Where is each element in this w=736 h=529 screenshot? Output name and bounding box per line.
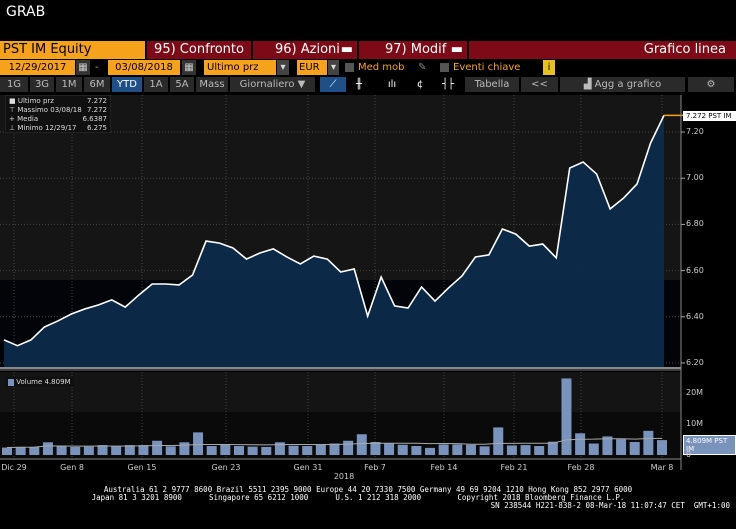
volume-bar xyxy=(206,446,217,455)
volume-bar xyxy=(479,446,490,455)
price-last-tag: 7.272 PST IM xyxy=(683,111,736,121)
volume-bar xyxy=(506,445,517,455)
volume-bar xyxy=(288,445,299,455)
volume-bar xyxy=(493,427,504,455)
x-tick: Gen 23 xyxy=(211,463,241,472)
volume-bar xyxy=(42,442,53,455)
x-tick: Gen 8 xyxy=(60,463,84,472)
volume-legend: Volume 4.809M xyxy=(5,377,74,387)
volume-legend-label: Volume 4.809M xyxy=(16,378,71,386)
legend-marker-icon: ■ xyxy=(9,97,16,105)
legend-row: + Media 6.6387 xyxy=(9,115,107,124)
volume-bar xyxy=(575,433,586,455)
price-y-tick: 6.20 xyxy=(686,358,704,367)
volume-bar xyxy=(70,446,81,455)
volume-bar xyxy=(616,439,627,455)
volume-bar xyxy=(425,447,436,455)
volume-bar xyxy=(247,446,258,455)
legend-label: ■ Ultimo prz xyxy=(9,97,54,106)
volume-bar xyxy=(356,434,367,455)
x-tick: Feb 28 xyxy=(567,463,595,472)
volume-bar xyxy=(261,446,272,455)
volume-bar xyxy=(2,447,12,455)
volume-y-tick: 10M xyxy=(686,419,704,428)
volume-bg-upper xyxy=(0,372,681,412)
volume-bar xyxy=(179,442,190,455)
x-axis-year: 2018 xyxy=(333,472,355,481)
x-tick: Dic 29 xyxy=(1,463,27,472)
volume-bar xyxy=(315,444,326,455)
volume-bar xyxy=(438,444,449,455)
price-volume-chart[interactable] xyxy=(0,0,736,529)
legend-marker-icon: + xyxy=(9,115,15,123)
volume-bar xyxy=(629,441,640,455)
legend-label: + Media xyxy=(9,115,38,124)
legend-label: ⊥ Minimo 12/29/17 xyxy=(9,124,76,133)
volume-bar xyxy=(465,444,476,455)
legend-value: 7.272 xyxy=(86,97,107,105)
price-legend: ■ Ultimo prz 7.272 ⊤ Massimo 03/08/18 7.272… xyxy=(5,95,111,133)
x-tick: Gen 31 xyxy=(293,463,323,472)
legend-label-text: Minimo 12/29/17 xyxy=(17,124,77,132)
volume-bar xyxy=(152,440,163,455)
volume-bar xyxy=(520,445,531,455)
x-tick: Gen 15 xyxy=(127,463,157,472)
legend-row: ⊤ Massimo 03/08/18 7.272 xyxy=(9,106,107,115)
volume-bar xyxy=(165,446,176,455)
legend-row: ⊥ Minimo 12/29/17 6.275 xyxy=(9,124,107,133)
volume-bar xyxy=(643,430,654,455)
volume-bar xyxy=(111,446,122,455)
legend-marker-icon: ⊥ xyxy=(9,124,16,132)
volume-bar xyxy=(397,444,408,455)
volume-bar xyxy=(138,445,149,455)
volume-bar xyxy=(233,446,244,455)
legend-value: 6.275 xyxy=(86,124,107,132)
volume-bar xyxy=(384,443,395,455)
price-y-tick: 6.80 xyxy=(686,219,704,229)
x-tick: Feb 21 xyxy=(500,463,528,472)
volume-swatch xyxy=(8,378,14,386)
price-y-tick: 6.60 xyxy=(686,265,704,275)
legend-label-text: Ultimo prz xyxy=(17,97,54,105)
legend-label-text: Massimo 03/08/18 xyxy=(17,106,82,114)
legend-marker-icon: ⊤ xyxy=(9,106,16,114)
legend-label-text: Media xyxy=(17,115,39,123)
volume-bar xyxy=(124,445,135,455)
volume-bar xyxy=(220,444,231,455)
volume-bar xyxy=(193,432,204,455)
legend-value: 6.6387 xyxy=(82,115,108,123)
legend-row: ■ Ultimo prz 7.272 xyxy=(9,97,107,106)
footer-session: SN 238544 H221-838-2 08-Mar-18 11:07:47 … xyxy=(490,501,730,510)
volume-y-tick: 0 xyxy=(686,450,692,459)
price-y-tick: 7.20 xyxy=(686,127,704,136)
volume-bar xyxy=(343,440,354,455)
price-y-tick: 6.40 xyxy=(686,311,704,321)
x-tick: Mar 8 xyxy=(650,463,674,472)
volume-bar xyxy=(534,446,545,455)
volume-bar xyxy=(56,446,67,455)
volume-bar xyxy=(452,444,463,455)
volume-bar xyxy=(561,378,572,455)
volume-bar xyxy=(588,443,599,455)
volume-bar xyxy=(15,446,26,455)
volume-bar xyxy=(370,441,381,455)
x-tick: Feb 7 xyxy=(364,463,386,472)
x-tick: Feb 14 xyxy=(430,463,458,472)
volume-bar xyxy=(329,443,340,455)
volume-bar xyxy=(657,440,667,455)
legend-label: ⊤ Massimo 03/08/18 xyxy=(9,106,82,115)
price-y-tick: 7.00 xyxy=(686,173,704,183)
legend-value: 7.272 xyxy=(86,106,107,114)
volume-bar xyxy=(411,446,422,455)
volume-y-tick: 20M xyxy=(686,388,704,397)
volume-bar xyxy=(302,446,313,455)
volume-bar xyxy=(29,446,40,455)
volume-bar xyxy=(83,446,94,455)
